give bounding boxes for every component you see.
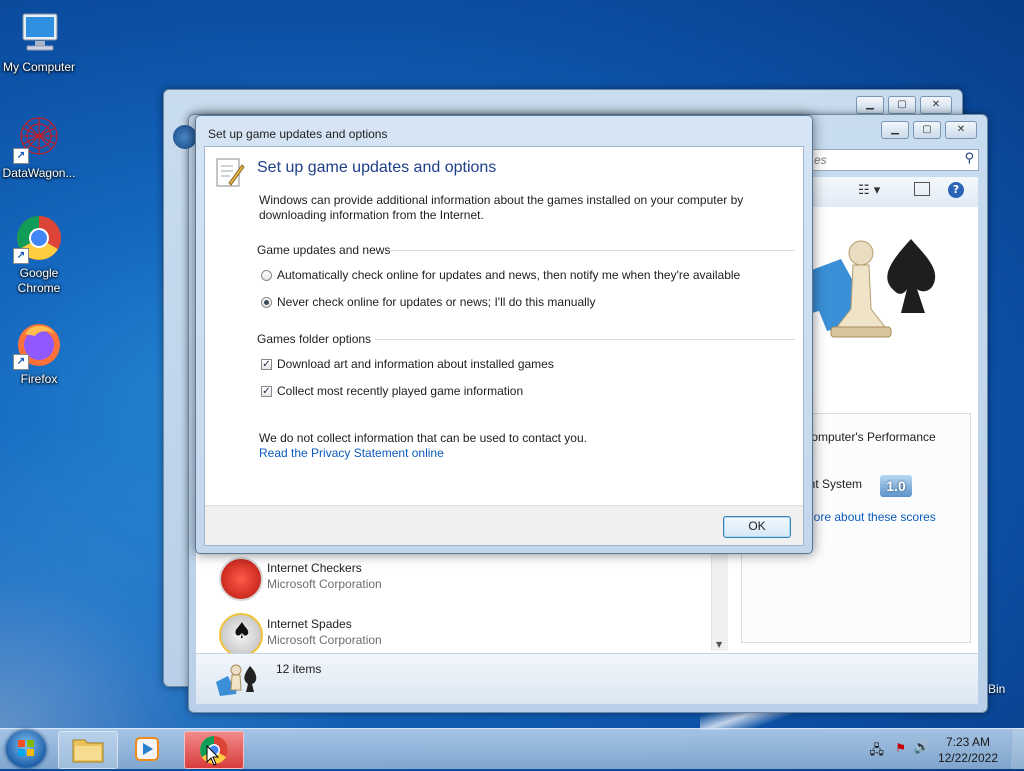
performance-text: r computer's Performance — [798, 430, 936, 444]
ok-button[interactable]: OK — [723, 516, 791, 538]
game-updates-dialog[interactable]: Set up game updates and options Set up g… — [195, 115, 813, 554]
volume-icon[interactable]: 🔊 — [914, 740, 930, 755]
view-options-icon[interactable]: ☷ ▾ — [858, 183, 880, 198]
desktop-icon-label: DataWagon... — [2, 166, 76, 180]
group-label: Games folder options — [257, 332, 372, 346]
recycle-bin-label[interactable]: Bin — [988, 682, 1005, 696]
desktop-icon-chrome[interactable]: ↗ Google Chrome — [1, 214, 77, 296]
radio-auto-check[interactable]: Automatically check online for updates a… — [261, 268, 740, 282]
chrome-icon: ↗ — [13, 214, 63, 264]
desktop-icon-datawagon[interactable]: ↗ DataWagon... — [1, 114, 77, 181]
scroll-down-icon[interactable]: ▼ — [716, 640, 722, 649]
item-count: 12 items — [276, 662, 322, 676]
search-input[interactable]: es ⚲ — [809, 149, 979, 171]
shortcut-arrow-icon: ↗ — [13, 354, 29, 370]
help-icon[interactable]: ? — [948, 182, 964, 198]
checkbox[interactable]: ✓ — [261, 385, 272, 397]
desktop-icon-label: Firefox — [20, 372, 58, 386]
list-item[interactable]: Internet Checkers Microsoft Corporation — [217, 555, 707, 607]
games-explorer-image — [801, 231, 941, 361]
checkers-icon — [219, 557, 263, 601]
radio-label: Never check online for updates or news; … — [277, 295, 596, 309]
scrollbar[interactable]: ▼ — [711, 553, 728, 651]
checkbox[interactable]: ✓ — [261, 358, 272, 370]
search-placeholder: es — [814, 153, 827, 167]
taskbar-media-player[interactable] — [120, 731, 178, 767]
desktop-icon-firefox[interactable]: ↗ Firefox — [1, 320, 77, 387]
show-desktop-button[interactable] — [1011, 729, 1024, 769]
desktop-icon-label: Google Chrome — [17, 266, 61, 295]
start-button[interactable] — [6, 730, 46, 768]
desktop-icon-my-computer[interactable]: My Computer — [1, 8, 77, 75]
back-button[interactable] — [173, 125, 197, 149]
checkbox-label: Download art and information about insta… — [277, 357, 554, 371]
document-pen-icon — [215, 157, 245, 189]
games-folder-icon — [214, 660, 258, 700]
radio-never-check[interactable]: Never check online for updates or news; … — [261, 295, 595, 309]
dialog-heading: Set up game updates and options — [257, 159, 497, 176]
shortcut-arrow-icon: ↗ — [13, 148, 29, 164]
firefox-icon: ↗ — [13, 320, 63, 370]
shortcut-arrow-icon: ↗ — [13, 248, 29, 264]
desktop-icon-label: My Computer — [2, 60, 76, 74]
dialog-footer: OK — [204, 505, 804, 546]
privacy-link[interactable]: Read the Privacy Statement online — [259, 446, 444, 460]
checkbox-collect-recent[interactable]: ✓ Collect most recently played game info… — [261, 384, 523, 398]
clock[interactable]: 7:23 AM 12/22/2022 — [938, 734, 998, 766]
checkbox-download-art[interactable]: ✓ Download art and information about ins… — [261, 357, 554, 371]
group-divider — [375, 339, 795, 340]
minimize-button[interactable]: ▁ — [856, 96, 884, 114]
maximize-button[interactable]: ▢ — [913, 121, 941, 139]
network-icon[interactable]: 🖧 — [870, 741, 885, 763]
privacy-text: We do not collect information that can b… — [259, 431, 587, 445]
radio-button[interactable] — [261, 296, 272, 308]
game-name: Internet Checkers — [267, 561, 362, 575]
window-controls: ▁ ▢ ✕ — [852, 96, 952, 114]
close-button[interactable]: ✕ — [920, 96, 952, 114]
search-icon: ⚲ — [964, 151, 974, 166]
preview-pane-icon[interactable] — [914, 182, 930, 196]
group-label: Game updates and news — [257, 243, 391, 257]
scores-link[interactable]: nore about these scores — [807, 510, 936, 524]
dialog-body: Set up game updates and options Windows … — [204, 146, 804, 506]
experience-score-badge: 1.0 — [880, 475, 912, 497]
close-button[interactable]: ✕ — [945, 121, 977, 139]
taskbar: 🖧 ⚑ 🔊 7:23 AM 12/22/2022 — [0, 728, 1024, 769]
clock-time: 7:23 AM — [945, 735, 990, 749]
details-pane: 12 items — [196, 653, 978, 704]
dialog-title: Set up game updates and options — [208, 127, 388, 141]
group-folder-options: Games folder options — [257, 332, 797, 346]
group-divider — [389, 250, 795, 251]
mouse-cursor-icon — [206, 744, 220, 770]
maximize-button[interactable]: ▢ — [888, 96, 916, 114]
group-updates-news: Game updates and news — [257, 243, 797, 257]
checkbox-label: Collect most recently played game inform… — [277, 384, 524, 398]
game-publisher: Microsoft Corporation — [267, 633, 382, 647]
clock-date: 12/22/2022 — [937, 751, 998, 765]
action-center-icon[interactable]: ⚑ — [895, 741, 906, 755]
window-controls: ▁ ▢ ✕ — [877, 121, 977, 139]
datawagon-icon: ↗ — [13, 114, 63, 164]
spades-icon: ♠ — [219, 613, 263, 657]
game-publisher: Microsoft Corporation — [267, 577, 382, 591]
computer-icon — [15, 8, 63, 56]
radio-label: Automatically check online for updates a… — [277, 268, 741, 282]
minimize-button[interactable]: ▁ — [881, 121, 909, 139]
radio-button[interactable] — [261, 269, 272, 281]
taskbar-file-explorer[interactable] — [58, 731, 118, 769]
game-name: Internet Spades — [267, 617, 352, 631]
dialog-description: Windows can provide additional informati… — [259, 193, 744, 222]
